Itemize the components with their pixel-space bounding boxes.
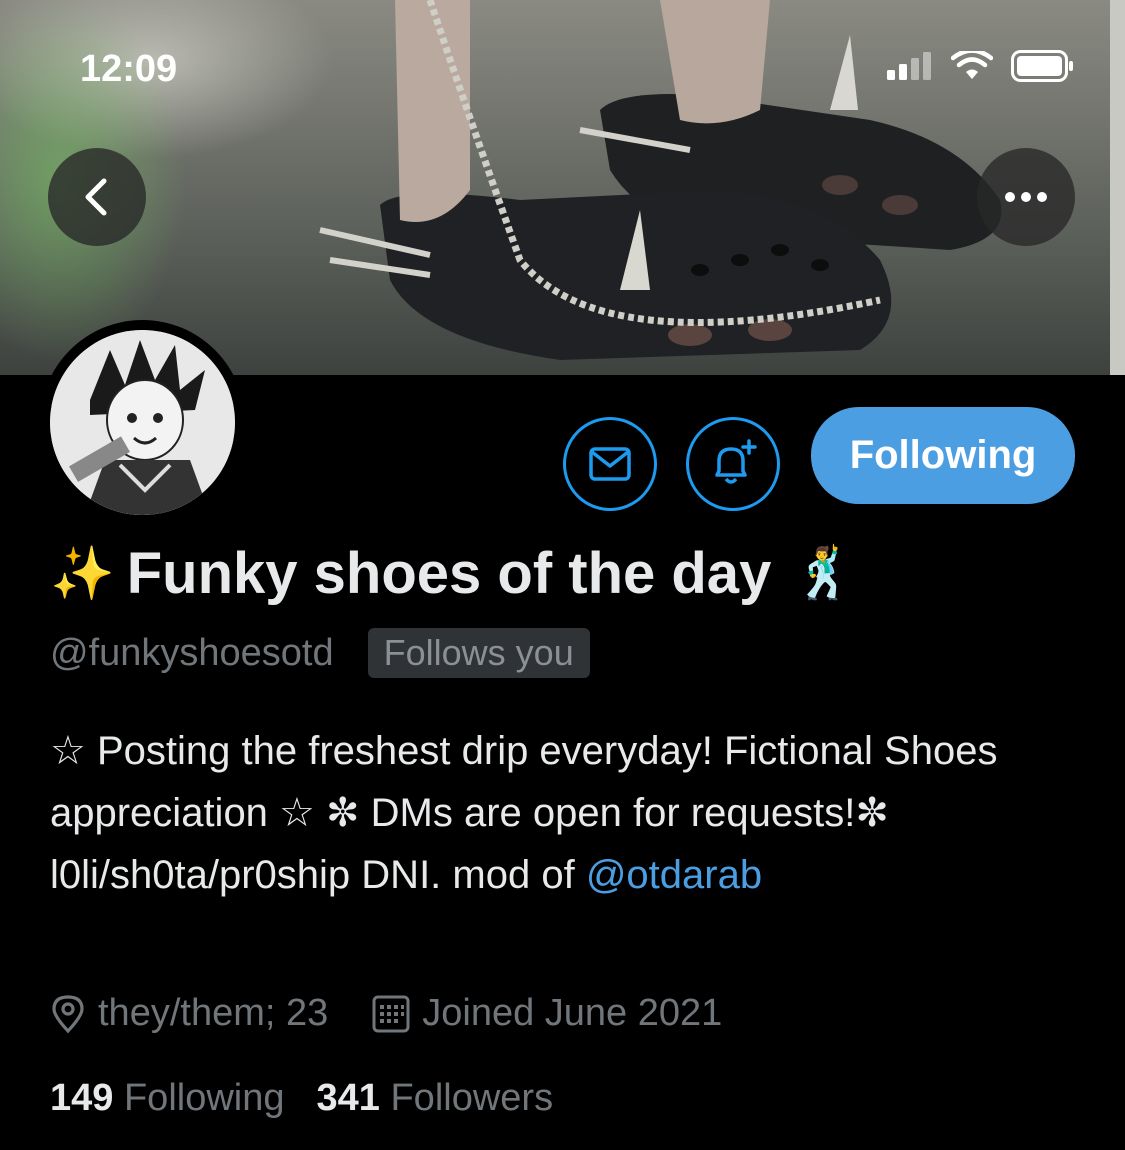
display-name-text: Funky shoes of the day (126, 541, 772, 606)
avatar-image (50, 330, 235, 515)
more-horizontal-icon (1005, 192, 1047, 202)
profile-meta: they/them; 23 Joined June 2021 (50, 992, 766, 1035)
profile-stats: 149 Following 341 Followers (50, 1077, 585, 1120)
profile-bio: ☆ Posting the freshest drip everyday! Fi… (50, 720, 1060, 906)
bell-plus-icon (715, 439, 757, 484)
avatar-illustration (50, 330, 235, 515)
signal-icon (887, 52, 931, 80)
bio-text: ☆ Posting the freshest drip everyday! Fi… (50, 729, 998, 897)
follows-you-badge: Follows you (367, 628, 590, 678)
followers-count: 341 (316, 1077, 380, 1119)
following-count: 149 (50, 1077, 114, 1119)
profile-avatar[interactable] (40, 320, 245, 525)
profile-handle: @funkyshoesotd (50, 631, 334, 674)
chevron-left-icon (85, 178, 107, 216)
display-name: ✨ Funky shoes of the day 🕺 (50, 540, 856, 607)
back-button[interactable] (48, 148, 146, 246)
status-icons (887, 50, 1075, 82)
joined-item: Joined June 2021 (372, 992, 722, 1035)
joined-text: Joined June 2021 (422, 992, 723, 1034)
message-button[interactable] (563, 417, 657, 511)
dancer-emoji: 🕺 (793, 545, 856, 601)
notifications-button[interactable] (686, 417, 780, 511)
wifi-icon (951, 51, 993, 79)
sparkles-emoji: ✨ (50, 545, 115, 603)
location-pin-icon (52, 994, 84, 1033)
followers-stat[interactable]: 341 Followers (317, 1077, 554, 1120)
location-text: they/them; 23 (98, 992, 329, 1034)
following-label: Following (123, 1077, 285, 1119)
battery-icon (1011, 50, 1073, 82)
following-button[interactable]: Following (811, 407, 1075, 504)
calendar-icon (372, 995, 410, 1032)
bio-mention-link[interactable]: @otdarab (586, 853, 762, 897)
following-stat[interactable]: 149 Following (50, 1077, 285, 1120)
more-button[interactable] (977, 148, 1075, 246)
followers-label: Followers (390, 1077, 554, 1119)
status-time: 12:09 (80, 48, 178, 90)
envelope-icon (589, 447, 631, 481)
handle-row: @funkyshoesotd Follows you (50, 628, 590, 678)
location-item: they/them; 23 (50, 992, 328, 1035)
